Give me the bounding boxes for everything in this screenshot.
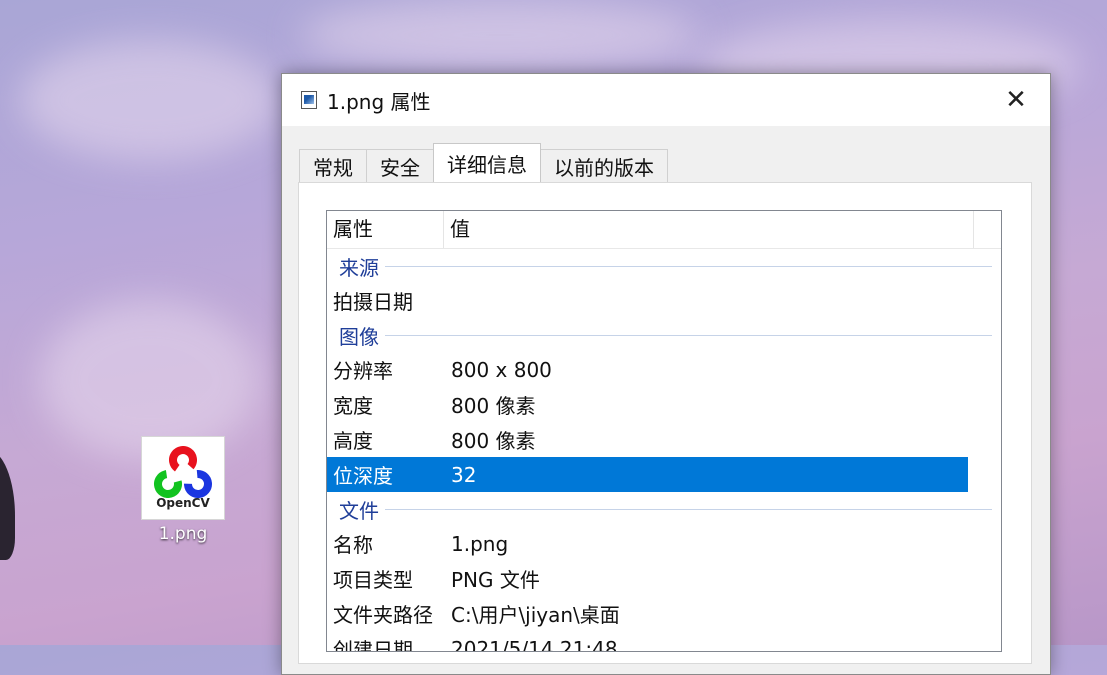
tab-general[interactable]: 常规	[299, 149, 367, 182]
group-label: 文件	[339, 498, 379, 523]
list-item[interactable]: 高度 800 像素	[327, 422, 968, 457]
group-file[interactable]: 文件	[327, 492, 1001, 526]
details-list[interactable]: 属性 值 来源 拍摄日期 图像 分辨率 800 x 800 宽度 800 像素	[326, 210, 1002, 652]
list-item[interactable]: 创建日期 2021/5/14 21:48	[327, 631, 968, 652]
property-value: 800 x 800	[451, 357, 552, 382]
property-key: 创建日期	[333, 638, 413, 652]
tab-details[interactable]: 详细信息	[433, 143, 541, 182]
property-key: 项目类型	[333, 568, 413, 592]
image-file-icon	[301, 91, 317, 109]
list-item[interactable]: 文件夹路径 C:\用户\jiyan\桌面	[327, 596, 968, 631]
group-image[interactable]: 图像	[327, 318, 1001, 352]
properties-dialog: 1.png 属性 ✕ 常规 安全 详细信息 以前的版本 属性 值 来源 拍摄日期…	[281, 73, 1051, 675]
list-item[interactable]: 名称 1.png	[327, 526, 968, 561]
property-key: 宽度	[333, 394, 373, 418]
column-header: 属性 值	[327, 211, 1001, 249]
desktop-file-icon[interactable]: OpenCV 1.png	[135, 436, 231, 544]
group-label: 图像	[339, 324, 379, 349]
property-value: C:\用户\jiyan\桌面	[451, 603, 620, 627]
list-item[interactable]: 分辨率 800 x 800	[327, 352, 968, 387]
opencv-logo-icon: OpenCV	[141, 436, 225, 520]
dialog-title: 1.png 属性	[327, 89, 431, 114]
group-origin[interactable]: 来源	[327, 249, 1001, 283]
opencv-label: OpenCV	[156, 496, 210, 510]
column-property[interactable]: 属性	[327, 211, 444, 248]
tab-bar: 常规 安全 详细信息 以前的版本	[299, 143, 668, 182]
property-key: 高度	[333, 429, 373, 453]
property-value: PNG 文件	[451, 568, 540, 592]
list-item[interactable]: 拍摄日期	[327, 283, 968, 318]
details-panel: 属性 值 来源 拍摄日期 图像 分辨率 800 x 800 宽度 800 像素	[298, 182, 1032, 664]
property-value: 32	[451, 462, 477, 487]
group-divider	[385, 265, 992, 267]
property-key: 名称	[333, 533, 373, 557]
opencv-rings-icon	[154, 446, 212, 498]
property-value: 1.png	[451, 531, 509, 556]
property-key: 位深度	[333, 464, 393, 488]
list-item-selected[interactable]: 位深度 32	[327, 457, 968, 492]
title-bar[interactable]: 1.png 属性 ✕	[282, 74, 1050, 126]
group-label: 来源	[339, 255, 379, 280]
desktop-file-name: 1.png	[158, 524, 208, 544]
property-value: 2021/5/14 21:48	[451, 636, 618, 652]
property-value: 800 像素	[451, 429, 536, 453]
tab-security[interactable]: 安全	[366, 149, 434, 182]
tab-previous-versions[interactable]: 以前的版本	[540, 149, 668, 182]
silhouette	[0, 450, 15, 560]
column-value[interactable]: 值	[444, 211, 974, 248]
property-key: 文件夹路径	[333, 603, 433, 627]
list-item[interactable]: 宽度 800 像素	[327, 387, 968, 422]
close-button[interactable]: ✕	[1000, 84, 1032, 116]
list-item[interactable]: 项目类型 PNG 文件	[327, 561, 968, 596]
group-divider	[385, 508, 992, 510]
property-key: 拍摄日期	[333, 290, 413, 314]
property-key: 分辨率	[333, 359, 393, 383]
group-divider	[385, 334, 992, 336]
property-value: 800 像素	[451, 394, 536, 418]
